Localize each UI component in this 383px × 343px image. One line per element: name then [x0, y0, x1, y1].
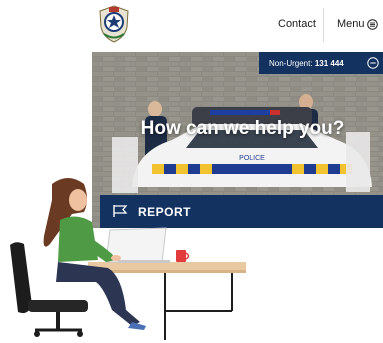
- site-header: Contact Menu: [0, 0, 383, 48]
- police-crest-icon[interactable]: [98, 5, 130, 43]
- car-police-text: POLICE: [239, 155, 265, 162]
- contact-link[interactable]: Contact: [278, 18, 316, 30]
- non-urgent-banner[interactable]: Non-Urgent: 131 444: [259, 52, 383, 74]
- woman-at-desk-illustration: [10, 178, 246, 340]
- menu-circle-icon[interactable]: [367, 19, 378, 30]
- menu-button[interactable]: Menu: [337, 18, 365, 30]
- header-divider: [323, 8, 324, 42]
- non-urgent-number[interactable]: 131 444: [315, 59, 344, 68]
- non-urgent-text: Non-Urgent: 131 444: [269, 59, 344, 68]
- hero-title: How can we help you?: [140, 118, 345, 139]
- minus-circle-icon[interactable]: [367, 57, 379, 69]
